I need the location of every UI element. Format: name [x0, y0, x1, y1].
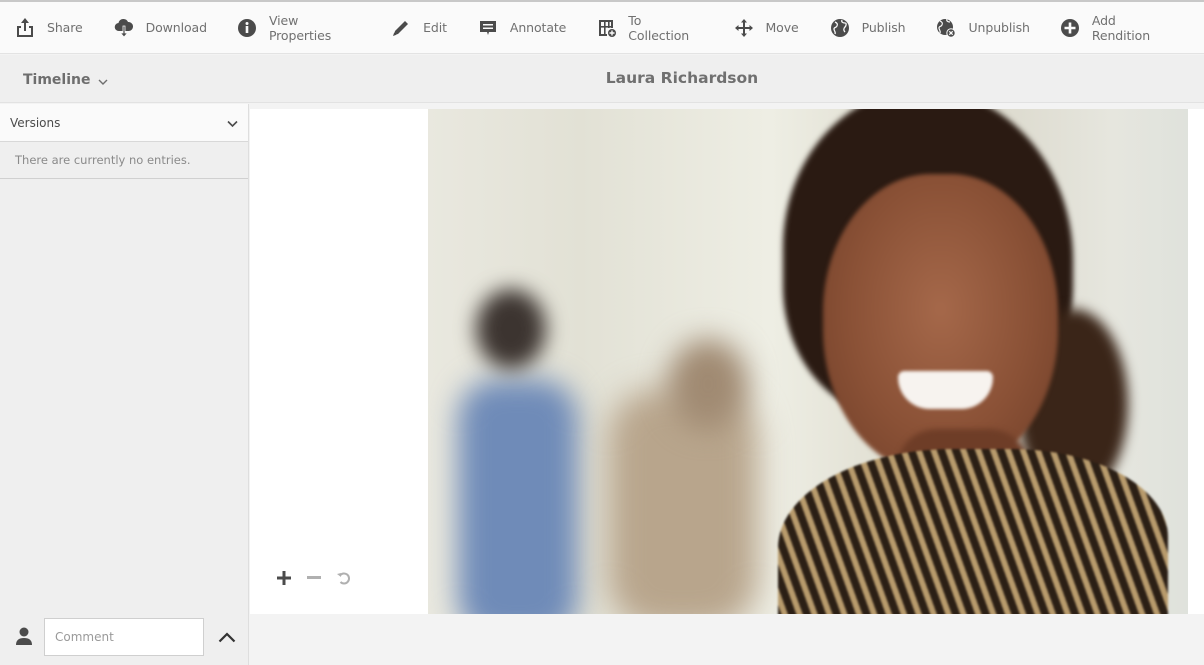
versions-filter-dropdown[interactable]: Versions [0, 104, 248, 142]
edit-button[interactable]: Edit [390, 8, 447, 48]
reset-icon [337, 572, 351, 585]
add-rendition-button[interactable]: Add Rendition [1060, 8, 1174, 48]
asset-preview-canvas [250, 109, 1204, 614]
publish-button[interactable]: Publish [829, 8, 906, 48]
subject-smile [898, 371, 993, 409]
share-button[interactable]: Share [14, 8, 83, 48]
globe-x-icon [935, 17, 957, 39]
subject-blouse [778, 449, 1168, 614]
move-icon [733, 17, 755, 39]
zoom-controls [276, 570, 366, 586]
asset-title: Laura Richardson [605, 69, 759, 87]
zoom-in-button[interactable] [276, 570, 292, 586]
annotate-icon [477, 17, 499, 39]
empty-entries-message: There are currently no entries. [0, 142, 248, 179]
chevron-up-icon [218, 631, 236, 642]
chevron-down-icon [227, 113, 238, 132]
download-label: Download [145, 20, 207, 35]
action-toolbar: Share Download View Properties Edit Anno… [0, 2, 1204, 54]
versions-label: Versions [10, 115, 61, 130]
timeline-rail: Versions There are currently no entries. [0, 104, 249, 665]
plus-circle-icon [1060, 17, 1081, 39]
globe-icon [829, 17, 851, 39]
unpublish-label: Unpublish [968, 20, 1030, 35]
minus-icon [307, 576, 321, 579]
move-label: Move [765, 20, 799, 35]
user-avatar-icon [14, 626, 34, 648]
pencil-icon [390, 17, 412, 39]
zoom-out-button[interactable] [306, 570, 322, 586]
edit-label: Edit [423, 20, 447, 35]
download-button[interactable]: Download [113, 8, 207, 48]
comment-composer [0, 617, 249, 657]
share-icon [14, 17, 36, 39]
reset-zoom-button[interactable] [336, 570, 352, 586]
comment-input[interactable] [44, 618, 204, 656]
background-figure-middle [608, 389, 758, 614]
annotate-label: Annotate [509, 20, 567, 35]
share-label: Share [47, 20, 83, 35]
background-figure-left-head [476, 289, 546, 369]
annotate-button[interactable]: Annotate [477, 8, 566, 48]
add-rendition-label: Add Rendition [1091, 12, 1151, 43]
asset-header-bar: Timeline Laura Richardson [0, 55, 1204, 103]
to-collection-label: To Collection [628, 12, 690, 43]
asset-image[interactable] [428, 109, 1188, 614]
unpublish-button[interactable]: Unpublish [935, 8, 1030, 48]
background-figure-left [458, 379, 578, 614]
to-collection-button[interactable]: To Collection [596, 8, 702, 48]
download-icon [113, 17, 135, 39]
move-button[interactable]: Move [733, 8, 799, 48]
view-properties-button[interactable]: View Properties [237, 8, 360, 48]
plus-icon [277, 571, 291, 585]
view-properties-label: View Properties [268, 12, 332, 43]
info-icon [237, 17, 258, 39]
expand-comments-button[interactable] [216, 626, 238, 648]
publish-label: Publish [861, 20, 906, 35]
background-figure-middle-head [668, 339, 748, 429]
collection-icon [596, 17, 617, 39]
